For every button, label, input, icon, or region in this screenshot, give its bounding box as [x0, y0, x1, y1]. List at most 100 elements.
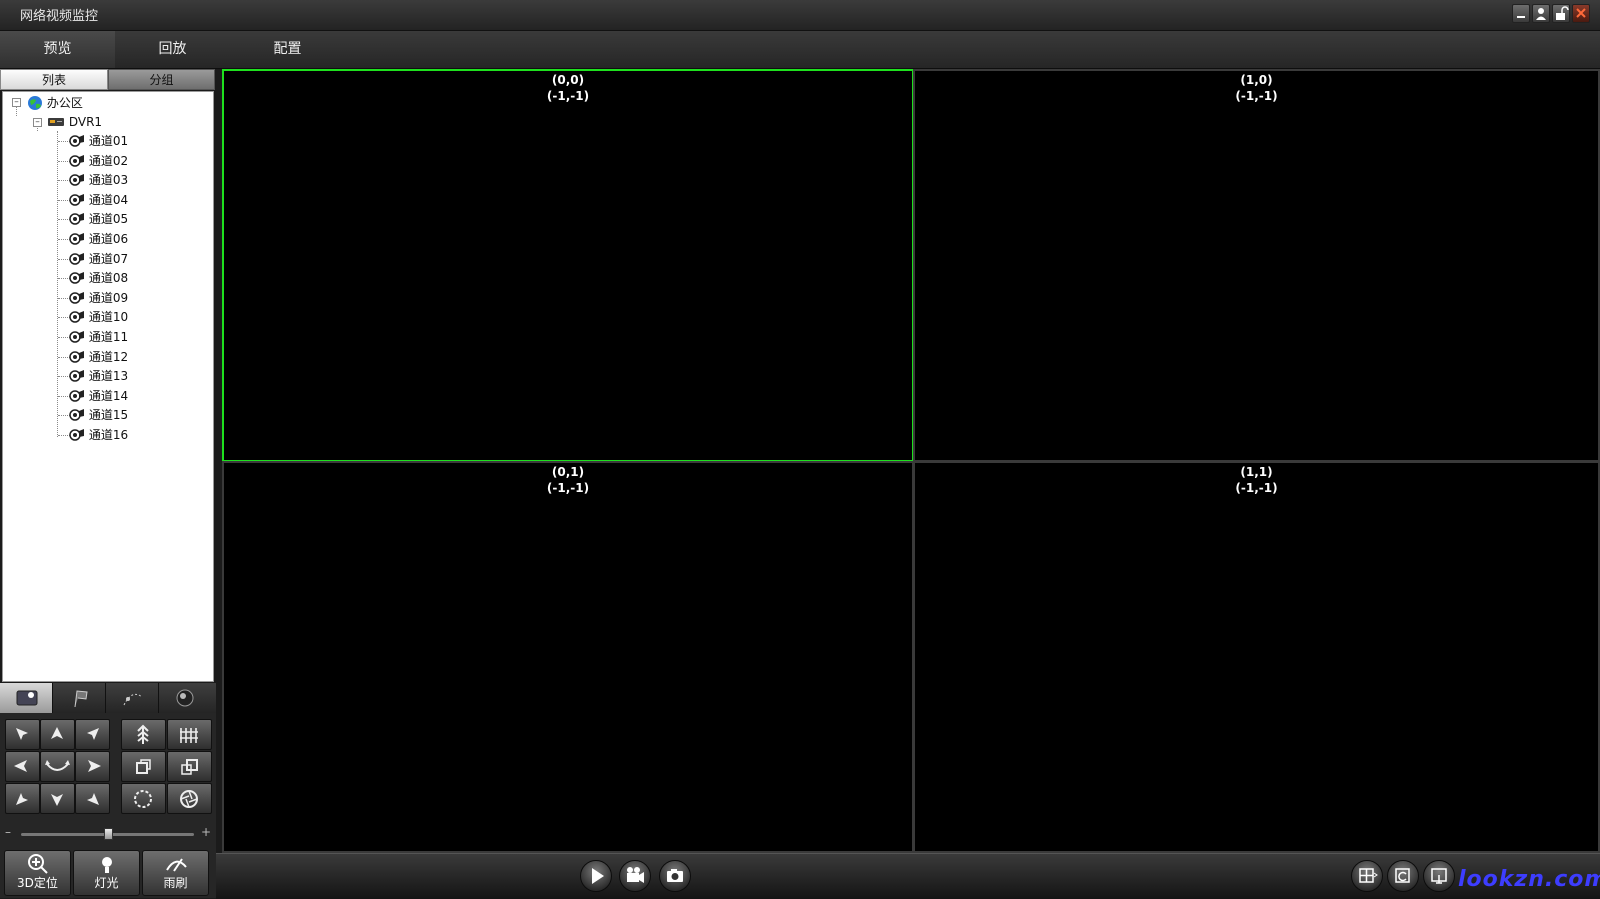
flag-preset-icon [74, 690, 88, 708]
ptz-auto-button[interactable] [40, 751, 75, 782]
tab-group[interactable]: 分组 [108, 69, 215, 90]
iris-open-icon [134, 790, 152, 808]
wiper-button[interactable]: 雨刷 [142, 850, 209, 896]
ptz-up-left-button[interactable] [5, 719, 40, 750]
ptz-right-button[interactable] [75, 751, 110, 782]
camera-channel-icon [69, 350, 84, 363]
tree-node-channel[interactable]: 通道14 [69, 387, 128, 405]
speed-slider-thumb[interactable] [104, 828, 113, 840]
tree-node-channel[interactable]: 通道12 [69, 348, 128, 366]
tree-node-channel[interactable]: 通道16 [69, 426, 128, 444]
channel-label: 通道10 [88, 310, 129, 325]
wiper-label: 雨刷 [163, 876, 188, 890]
pane-coordinate: (0,0) [551, 73, 585, 87]
channel-label: 通道04 [88, 192, 129, 207]
zoom-in-button[interactable] [121, 719, 166, 750]
tree-node-channel[interactable]: 通道03 [69, 171, 128, 189]
record-button[interactable] [619, 860, 651, 892]
zoom-plus-label: + [201, 825, 212, 839]
cycle-view-button[interactable] [1387, 860, 1419, 892]
speed-slider[interactable] [21, 828, 194, 840]
menu-config[interactable]: 配置 [230, 31, 345, 68]
zoom-out-button[interactable] [167, 719, 212, 750]
main-menu: 预览 回放 配置 [0, 31, 1600, 69]
tab-preset[interactable] [53, 683, 106, 713]
pane-coordinate: (1,0) [1240, 73, 1273, 87]
ptz-down-right-button[interactable] [75, 783, 110, 814]
grid-layout-icon [1359, 868, 1378, 883]
ptz-down-left-button[interactable] [5, 783, 40, 814]
title-bar: 网络视频监控 [0, 0, 1600, 31]
tree-node-dvr[interactable]: DVR1 [47, 113, 102, 131]
camera-channel-icon [69, 233, 84, 245]
wiper-icon [165, 858, 187, 872]
fullscreen-button[interactable] [1423, 860, 1455, 892]
light-bulb-icon [101, 857, 112, 873]
ptz-up-right-button[interactable] [75, 719, 110, 750]
video-pane[interactable]: (1,1) (-1,-1) [913, 461, 1600, 853]
arrow-up-icon [51, 727, 63, 739]
3d-position-button[interactable]: 3D定位 [4, 850, 71, 896]
channel-label: 通道08 [88, 271, 129, 286]
video-pane[interactable]: (0,0) (-1,-1) [222, 69, 914, 462]
focus-near-icon [136, 759, 151, 774]
ptz-tabs [0, 683, 216, 713]
channel-label: 通道15 [88, 408, 129, 423]
user-icon[interactable] [1532, 4, 1550, 23]
channel-label: 通道02 [88, 153, 129, 168]
ptz-down-button[interactable] [40, 783, 75, 814]
focus-near-button[interactable] [121, 751, 166, 782]
tree-node-channel[interactable]: 通道02 [69, 152, 128, 170]
tree-node-channel[interactable]: 通道06 [69, 230, 128, 248]
focus-far-button[interactable] [167, 751, 212, 782]
tree-node-channel[interactable]: 通道11 [69, 328, 128, 346]
tab-lens[interactable] [159, 683, 212, 713]
tree-node-channel[interactable]: 通道09 [69, 289, 128, 307]
tab-cruise[interactable] [106, 683, 159, 713]
tree-node-channel[interactable]: 通道08 [69, 269, 128, 287]
app-title: 网络视频监控 [20, 9, 99, 24]
tree-node-channel[interactable]: 通道01 [69, 132, 128, 150]
unlock-icon[interactable] [1552, 4, 1570, 23]
channel-label: 通道06 [88, 232, 129, 246]
tree-node-channel[interactable]: 通道10 [69, 308, 128, 326]
tab-list[interactable]: 列表 [0, 69, 108, 90]
menu-preview[interactable]: 预览 [0, 31, 115, 68]
camera-channel-icon [69, 311, 84, 324]
video-pane[interactable]: (1,0) (-1,-1) [913, 69, 1600, 462]
tab-ptz-control[interactable] [0, 683, 53, 713]
light-button[interactable]: 灯光 [73, 850, 140, 896]
ptz-up-button[interactable] [40, 719, 75, 750]
pane-coordinate: (0,1) [551, 465, 585, 479]
arrow-down-left-icon [16, 793, 28, 805]
focus-far-icon [181, 759, 198, 775]
channel-label: 通道13 [88, 369, 129, 384]
collapse-dvr-icon[interactable]: – [33, 118, 42, 127]
video-pane[interactable]: (0,1) (-1,-1) [222, 461, 914, 853]
camera-channel-icon [69, 291, 84, 304]
menu-playback[interactable]: 回放 [115, 31, 230, 68]
camera-channel-icon [69, 174, 84, 186]
tree-node-channel[interactable]: 通道07 [69, 250, 128, 268]
tree-node-channel[interactable]: 通道15 [69, 406, 128, 424]
tree-node-root[interactable]: 办公区 [27, 94, 83, 112]
ptz-left-button[interactable] [5, 751, 40, 782]
close-button[interactable] [1572, 4, 1590, 23]
minimize-button[interactable] [1512, 4, 1530, 23]
watermark: lookzn.com [1458, 867, 1600, 892]
tree-node-channel[interactable]: 通道05 [69, 210, 128, 228]
channel-label: 通道14 [88, 388, 129, 403]
iris-close-button[interactable] [167, 783, 212, 814]
channel-label: 通道05 [88, 212, 129, 227]
layout-split-button[interactable] [1351, 860, 1383, 892]
snapshot-button[interactable] [659, 860, 691, 892]
collapse-root-icon[interactable]: – [12, 98, 21, 107]
tree-node-channel[interactable]: 通道04 [69, 191, 128, 209]
tree-node-channel[interactable]: 通道13 [69, 367, 128, 385]
auto-rotate-icon [45, 760, 70, 771]
play-button[interactable] [580, 860, 612, 892]
iris-open-button[interactable] [121, 783, 166, 814]
cruise-path-icon [123, 693, 143, 706]
pane-channel: (-1,-1) [546, 481, 590, 495]
arrow-up-left-icon [16, 728, 28, 740]
